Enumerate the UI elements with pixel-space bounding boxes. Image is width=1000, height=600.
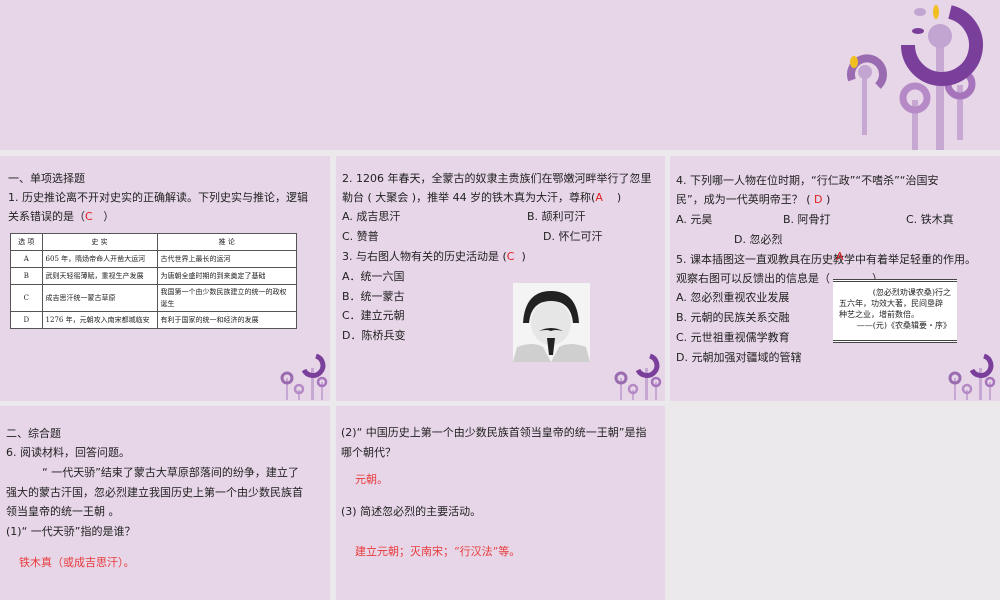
q5-option-d: D. 元朝加强对疆域的管辖 (676, 351, 802, 364)
q2-answer: A (595, 191, 603, 204)
q3-option-a: A．统一六国 (342, 270, 405, 283)
section2-title: 二、综合题 (6, 427, 61, 440)
header-banner (0, 0, 1000, 150)
quote-box: (忽必烈劝课农桑)行之 五六年，功效大著，民间垦辟 种艺之业，增前数倍。 ——(… (833, 279, 957, 343)
q6-answer-2: 元朝。 (355, 473, 388, 486)
q5-stem: 5. 课本插图这一直观教具在历史教学中有着举足轻重的作用。 (676, 253, 976, 266)
q6-sub2: (2)“ 中国历史上第一个由少数民族首领当皇帝的统一王朝”是指 (341, 426, 647, 439)
q1-table: 选 项史 实推 论 A 605 年，隋炀帝命人开凿大运河 古代世界上最长的运河 B武… (10, 233, 298, 329)
q1-answer: C (85, 210, 93, 223)
q6-sub3: (3) 简述忽必烈的主要活动。 (341, 505, 482, 518)
section-title: 一、单项选择题 (8, 172, 85, 185)
q4-option-b: B. 阿骨打 (783, 213, 831, 226)
q1-stem-2: 关系错误的是（C ） (8, 210, 115, 223)
q2-stem-2: 勒台 ( 大聚会 )，推举 44 岁的铁木真为大汗，尊称(A ) (342, 191, 622, 204)
q4-answer: D (814, 193, 823, 206)
q6-material: “ 一代天骄”结束了蒙古大草原部落间的纷争，建立了 (42, 466, 299, 479)
q6-stem: 6. 阅读材料，回答问题。 (6, 446, 130, 459)
q2-option-c: C. 赞普 (342, 230, 379, 243)
q3-option-d: D．陈桥兵变 (342, 329, 406, 342)
q4-option-d: D. 忽必烈 (734, 233, 783, 246)
portrait-image (513, 283, 590, 362)
q6-sub1: (1)“ 一代天骄”指的是谁？ (6, 525, 136, 538)
q4-option-c: C. 铁木真 (906, 213, 954, 226)
q6-answer-1: 铁木真（或成吉思汗）。 (19, 556, 135, 569)
table-row: C 成吉思汗统一蒙古草原 我国第一个由少数民族建立的统一的政权诞生 (10, 284, 298, 312)
q3-option-b: B．统一蒙古 (342, 290, 405, 303)
q6-answer-3: 建立元朝；灭南宋；“行汉法”等。 (355, 545, 521, 558)
q3-answer: C (506, 250, 515, 263)
q5-option-b: B. 元朝的民族关系交融 (676, 311, 790, 324)
q4-option-a: A. 元昊 (676, 213, 713, 226)
q2-option-d: D. 怀仁可汗 (543, 230, 603, 243)
table-row: B 武则天轻徭薄赋，重视生产发展 为唐朝全盛时期的到来奠定了基础 (10, 267, 298, 285)
q2-option-a: A. 成吉思汗 (342, 210, 401, 223)
q5-answer: A (836, 250, 844, 263)
table-header: 选 项史 实推 论 (10, 233, 298, 251)
q6-material-2: 强大的蒙古汗国，忽必烈建立我国历史上第一个由少数民族首 (6, 486, 303, 499)
q1-stem: 1. 历史推论离不开对史实的正确解读。下列史实与推论，逻辑 (8, 191, 308, 204)
table-row: D 1276 年，元朝攻入南宋都城临安 有利于国家的统一和经济的发展 (10, 311, 298, 329)
q4-stem-2: 民”，成为一代英明帝王？ ( D ) (676, 193, 831, 206)
q3-stem: 3. 与右图人物有关的历史活动是 (C ) (342, 250, 526, 263)
flower-decoration-icon (614, 353, 662, 400)
flower-decoration-icon (847, 5, 983, 150)
q2-stem: 2. 1206 年春天，全蒙古的奴隶主贵族们在鄂嫩河畔举行了忽里 (342, 172, 652, 185)
table-row: A 605 年，隋炀帝命人开凿大运河 古代世界上最长的运河 (10, 250, 298, 268)
q3-option-c: C．建立元朝 (342, 309, 405, 322)
q6-material-3: 领当皇帝的统一王朝 。 (6, 505, 120, 518)
q6-sub2-2: 哪个朝代？ (341, 446, 396, 459)
q5-option-a: A. 忽必烈重视农业发展 (676, 291, 790, 304)
q2-option-b: B. 颉利可汗 (527, 210, 586, 223)
q5-option-c: C. 元世祖重视儒学教育 (676, 331, 790, 344)
q4-stem: 4. 下列哪一人物在位时期，“行仁政”“不嗜杀”“治国安 (676, 174, 939, 187)
flower-decoration-icon (280, 353, 328, 400)
flower-decoration-icon (948, 353, 996, 400)
